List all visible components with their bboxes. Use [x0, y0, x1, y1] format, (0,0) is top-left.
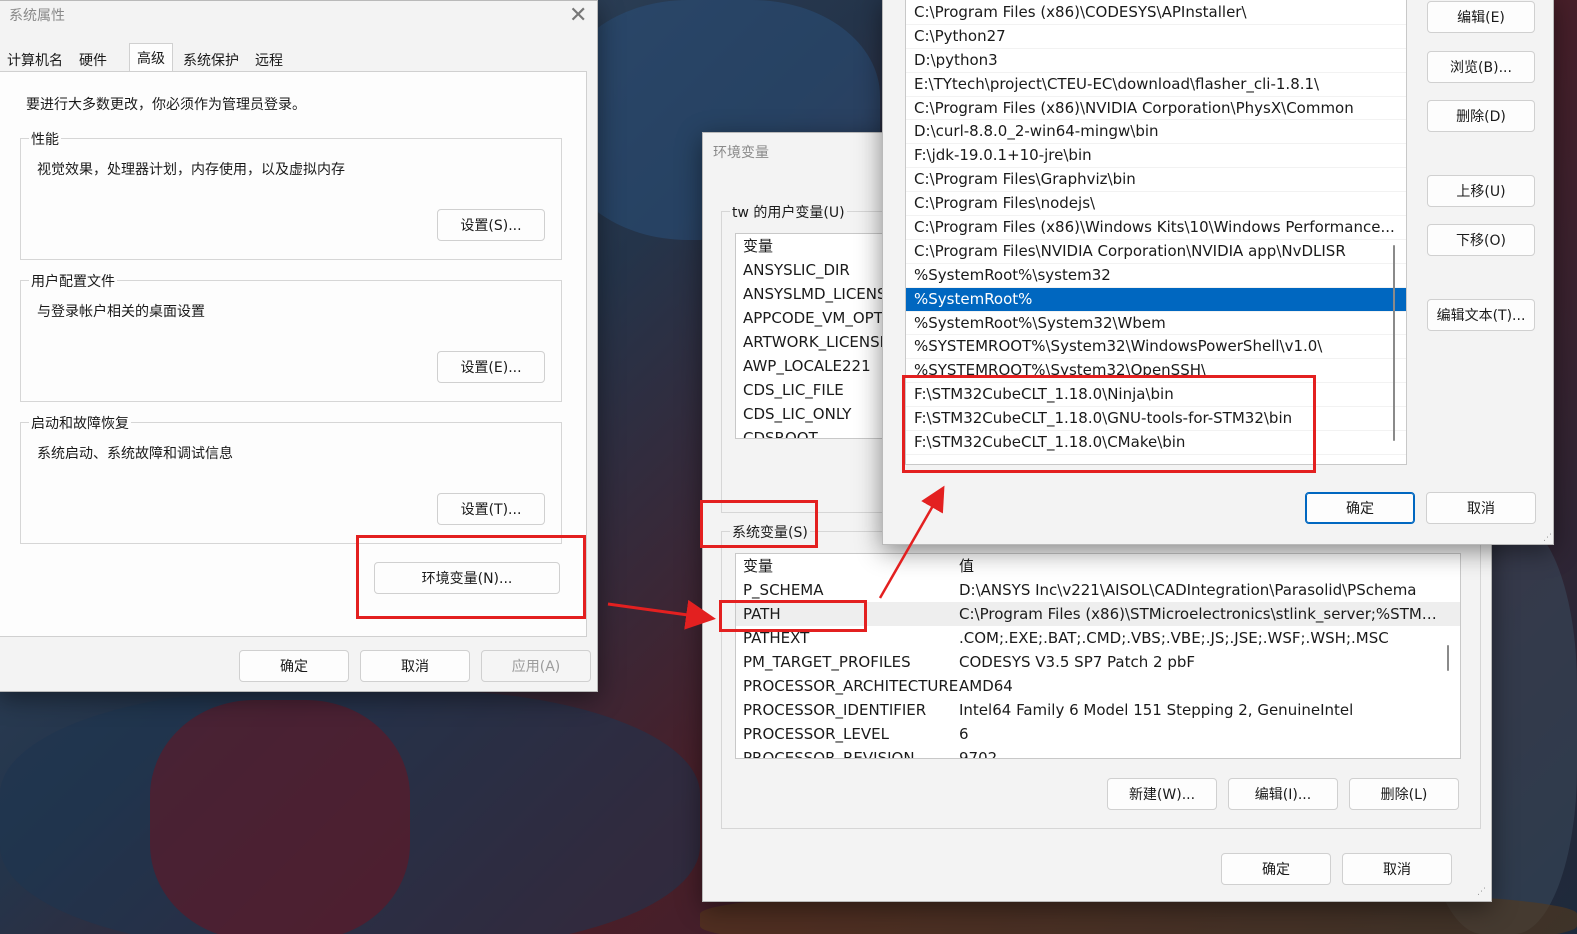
- arrow-to-path-row: [607, 599, 716, 630]
- arrow-to-stm32-entries: [878, 485, 945, 599]
- annotation-arrows: [607, 485, 945, 630]
